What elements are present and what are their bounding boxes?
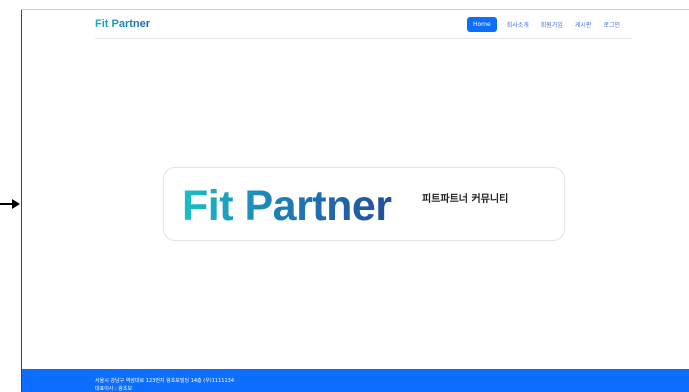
- outer-margin: [0, 0, 21, 392]
- footer-ceo: 대표이사 : 왕초보: [95, 386, 133, 392]
- nav-home-link[interactable]: Home: [466, 17, 497, 32]
- nav-signup-link[interactable]: 회원가입: [535, 16, 569, 33]
- hero-card: Fit Partner 피트파트너 커뮤니티: [163, 167, 565, 241]
- hero-logo: Fit Partner: [182, 182, 392, 230]
- pointer-arrow-icon: [0, 199, 20, 209]
- brand-logo[interactable]: Fit Partner: [95, 18, 150, 30]
- nav-links: Home 회사소개 회원가입 게시판 로그인: [466, 16, 626, 33]
- nav-company-link[interactable]: 회사소개: [501, 16, 535, 33]
- footer: 서울시 강남구 역삼대로 123번지 왕초보빌딩 14층 (우)1111134 …: [22, 369, 689, 392]
- hero-subtitle: 피트파트너 커뮤니티: [422, 194, 509, 205]
- footer-address: 서울시 강남구 역삼대로 123번지 왕초보빌딩 14층 (우)1111134: [95, 378, 235, 384]
- navbar: Fit Partner Home 회사소개 회원가입 게시판 로그인: [95, 10, 632, 39]
- nav-login-link[interactable]: 로그인: [597, 16, 626, 33]
- page: Fit Partner Home 회사소개 회원가입 게시판 로그인 Fit P…: [22, 10, 689, 392]
- nav-board-link[interactable]: 게시판: [569, 16, 598, 33]
